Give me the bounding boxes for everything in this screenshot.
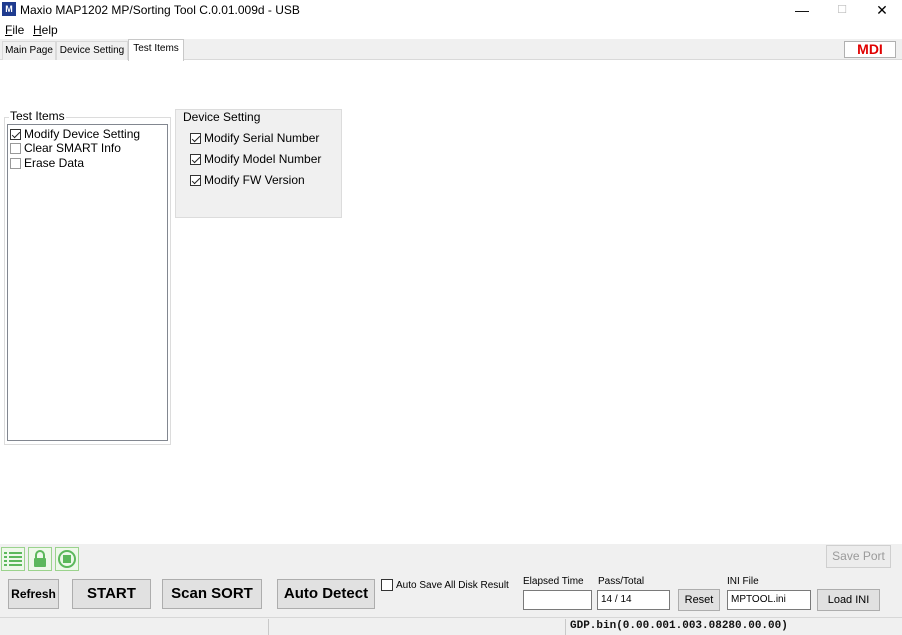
option-modify-serial-number[interactable]: Modify Serial Number [190,131,319,145]
menu-help[interactable]: Help [33,23,58,37]
minimize-button[interactable]: — [782,0,822,20]
stop-icon[interactable] [55,547,79,571]
option-modify-fw-version[interactable]: Modify FW Version [190,173,305,187]
maximize-button[interactable]: ☐ [822,0,862,20]
reset-button[interactable]: Reset [678,589,720,611]
pass-total-field[interactable]: 14 / 14 [597,590,670,610]
checkbox-checked[interactable] [190,132,201,144]
elapsed-time-label: Elapsed Time [523,576,584,587]
tab-device-setting[interactable]: Device Setting [56,41,128,60]
menu-file-rest: ile [12,23,25,37]
checkbox-unchecked[interactable] [10,157,21,169]
status-divider [268,619,269,635]
option-modify-model-number[interactable]: Modify Model Number [190,152,321,166]
tab-test-items[interactable]: Test Items [128,39,184,61]
checkbox-checked[interactable] [190,153,201,165]
device-setting-group: Device Setting Modify Serial Number Modi… [175,109,342,218]
status-bar: GDP.bin(0.00.001.003.08280.00.00) [0,617,902,635]
save-port-button[interactable]: Save Port [826,545,891,568]
status-divider [565,619,566,635]
list-icon[interactable] [1,547,25,571]
option-label: Modify Serial Number [204,131,320,145]
auto-save-label: Auto Save All Disk Result [396,579,509,591]
menu-help-rest: elp [41,23,58,37]
checkbox-checked[interactable] [10,128,21,140]
app-icon: M [2,2,16,16]
test-items-list[interactable]: Modify Device Setting Clear SMART Info E… [7,124,168,441]
test-item-label: Modify Device Setting [24,127,141,141]
refresh-button[interactable]: Refresh [8,579,59,609]
scan-sort-button[interactable]: Scan SORT [162,579,262,609]
close-button[interactable]: ✕ [862,0,902,20]
test-item-label: Clear SMART Info [24,141,121,155]
load-ini-button[interactable]: Load INI [817,589,880,611]
menu-file[interactable]: File [5,23,24,37]
test-item-erase-data[interactable]: Erase Data [10,156,84,170]
ini-file-field[interactable]: MPTOOL.ini [727,590,811,610]
auto-detect-button[interactable]: Auto Detect [277,579,375,609]
start-button[interactable]: START [72,579,151,609]
tab-main-page[interactable]: Main Page [2,41,56,60]
window-title: Maxio MAP1202 MP/Sorting Tool C.0.01.009… [20,3,300,17]
ini-file-label: INI File [727,576,759,587]
pass-total-label: Pass/Total [598,576,645,587]
test-item-clear-smart-info[interactable]: Clear SMART Info [10,141,121,155]
tab-strip: Main Page Device Setting Test Items MDI [0,39,902,61]
test-item-modify-device-setting[interactable]: Modify Device Setting [10,127,140,141]
option-label: Modify Model Number [204,152,322,166]
lock-icon[interactable] [28,547,52,571]
test-item-label: Erase Data [24,156,85,170]
device-setting-title: Device Setting [182,110,262,124]
auto-save-option[interactable]: Auto Save All Disk Result [381,579,509,591]
menu-help-accel: H [33,23,42,37]
auto-save-checkbox[interactable] [381,579,393,591]
mdi-indicator: MDI [844,41,896,58]
status-text: GDP.bin(0.00.001.003.08280.00.00) [570,620,788,632]
test-items-title: Test Items [9,109,66,123]
checkbox-checked[interactable] [190,174,201,186]
elapsed-time-field[interactable] [523,590,592,610]
menu-bar: File Help [0,21,902,39]
option-label: Modify FW Version [204,173,305,187]
checkbox-unchecked[interactable] [10,142,21,154]
icon-strip [0,544,902,572]
title-bar: M Maxio MAP1202 MP/Sorting Tool C.0.01.0… [0,0,902,20]
